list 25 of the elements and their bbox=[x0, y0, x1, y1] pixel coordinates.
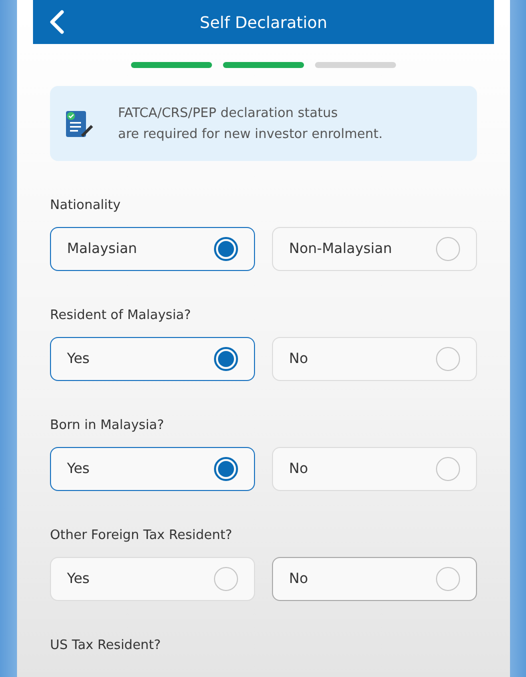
radio-option[interactable]: No bbox=[272, 557, 477, 601]
radio-option[interactable]: Yes bbox=[50, 337, 255, 381]
question-label: Resident of Malaysia? bbox=[50, 307, 192, 325]
document-icon bbox=[64, 108, 94, 138]
radio-option[interactable]: Yes bbox=[50, 447, 255, 491]
radio-option[interactable]: Malaysian bbox=[50, 227, 255, 271]
question-label: Nationality bbox=[50, 197, 122, 215]
question-label: Other Foreign Tax Resident? bbox=[50, 527, 234, 545]
question-label: Born in Malaysia? bbox=[50, 417, 166, 435]
radio-option[interactable]: Non-Malaysian bbox=[272, 227, 477, 271]
radio-icon bbox=[214, 457, 238, 481]
screen-title: Self Declaration bbox=[200, 12, 328, 32]
radio-icon bbox=[214, 237, 238, 261]
radio-option[interactable]: No bbox=[272, 447, 477, 491]
question-label: US Tax Resident? bbox=[50, 637, 162, 655]
radio-icon bbox=[436, 347, 460, 371]
notice-text: FATCA/CRS/PEP declaration status are required for new investor enrolment. bbox=[118, 104, 383, 144]
radio-icon bbox=[214, 347, 238, 371]
radio-icon bbox=[436, 237, 460, 261]
radio-icon bbox=[214, 567, 238, 591]
back-icon[interactable] bbox=[49, 10, 65, 34]
radio-icon bbox=[436, 567, 460, 591]
radio-option[interactable]: Yes bbox=[50, 557, 255, 601]
radio-option[interactable]: No bbox=[272, 337, 477, 381]
radio-icon bbox=[436, 457, 460, 481]
